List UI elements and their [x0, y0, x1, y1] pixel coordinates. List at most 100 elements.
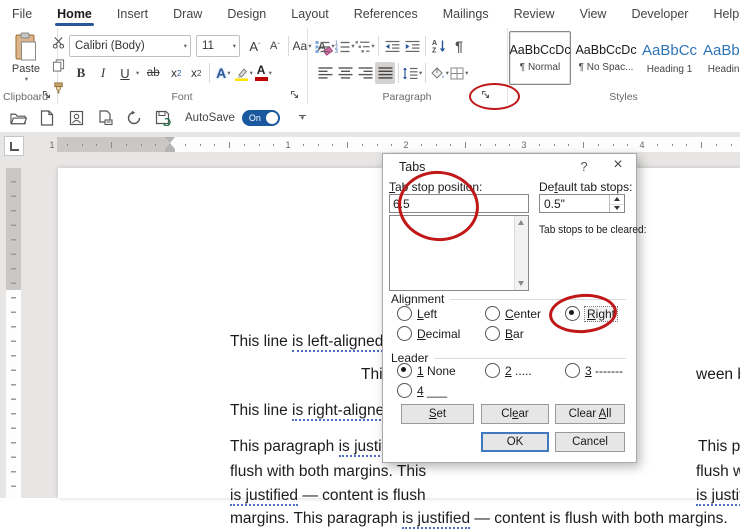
- radio-circle-icon: [485, 306, 500, 321]
- dialog-title: Tabs: [399, 160, 426, 174]
- spinner-down-button[interactable]: [610, 204, 624, 213]
- paste-button[interactable]: Paste ▾: [5, 32, 47, 94]
- radio-circle-icon: [397, 326, 412, 341]
- radio-right[interactable]: Right: [565, 305, 619, 322]
- tab-references[interactable]: References: [352, 2, 420, 27]
- tab-design[interactable]: Design: [225, 2, 268, 27]
- doc-text: This paragraph: [698, 438, 740, 455]
- grammar-underlined-text: is justified: [696, 487, 740, 506]
- doc-text: This line: [230, 333, 293, 350]
- scroll-down-icon: [518, 281, 524, 286]
- paste-icon: [15, 32, 36, 61]
- cancel-button[interactable]: Cancel: [555, 432, 625, 452]
- vertical-ruler[interactable]: [6, 168, 21, 498]
- chevron-down-icon: ▾: [24, 76, 29, 83]
- radio-circle-icon: [485, 326, 500, 341]
- clear-button[interactable]: Clear: [481, 404, 549, 424]
- left-tab-icon: [9, 141, 19, 151]
- radio-center[interactable]: Center: [485, 306, 541, 321]
- grammar-underlined-text: is left-aligned: [292, 333, 384, 352]
- doc-line: flush with both margins. This: [230, 463, 426, 481]
- tab-review[interactable]: Review: [512, 2, 557, 27]
- default-tab-stops-label: Default tab stops:: [539, 180, 633, 194]
- alignment-options: Left Center Right Decimal Bar: [389, 305, 632, 346]
- ruler-number: 1: [49, 140, 55, 150]
- up-arrow-icon: [614, 197, 620, 202]
- vruler-ticks: [11, 168, 16, 498]
- radio-bar[interactable]: Bar: [485, 326, 524, 341]
- doc-line: ween both mar: [696, 366, 740, 384]
- tab-developer[interactable]: Developer: [629, 2, 690, 27]
- clipboard-group: Paste ▾ Clipboard: [0, 28, 64, 104]
- clear-all-button[interactable]: Clear All: [555, 404, 625, 424]
- default-tab-stops-value: 0.5": [544, 197, 565, 211]
- down-arrow-icon: [614, 205, 620, 210]
- radio-circle-icon: [565, 363, 580, 378]
- doc-line: This paragraph: [698, 438, 740, 456]
- alignment-label: Alignment: [391, 292, 445, 306]
- radio-circle-icon: [485, 363, 500, 378]
- clipboard-dialog-launcher[interactable]: [42, 90, 54, 102]
- grammar-underlined-text: is right-aligned: [292, 402, 393, 421]
- doc-text: flush with both: [696, 463, 740, 480]
- radio-label: 2 .....: [505, 363, 532, 378]
- doc-text: — content is flush with both margins.: [470, 510, 728, 527]
- grammar-underlined-text: is justified: [402, 510, 471, 529]
- radio-circle-icon: [397, 363, 412, 378]
- tab-stops-cleared-label: Tab stops to be cleared:: [539, 224, 647, 236]
- doc-line: is justified — c: [696, 487, 740, 506]
- leader-options: 1 None 2 ..... 3 ------- 4 ___: [389, 363, 632, 403]
- radio-label: Center: [505, 306, 542, 321]
- doc-text: This paragraph: [230, 438, 339, 455]
- radio-circle-icon: [397, 306, 412, 321]
- tab-stop-position-input[interactable]: [389, 194, 529, 213]
- dialog-close-button[interactable]: ×: [607, 156, 629, 174]
- radio-label: 1 None: [417, 363, 456, 378]
- dialog-help-button[interactable]: ?: [575, 159, 593, 174]
- radio-leader-1-none[interactable]: 1 None: [397, 363, 456, 378]
- radio-label: Bar: [505, 326, 524, 341]
- tab-stop-selector[interactable]: [4, 136, 24, 156]
- tab-home[interactable]: Home: [55, 2, 94, 27]
- tabs-dialog: Tabs ? × Tab stop position: Default tab …: [382, 153, 646, 463]
- alignment-fieldset: Alignment: [391, 292, 626, 306]
- grammar-underlined-text: is justified: [230, 487, 299, 506]
- listbox-scrollbar[interactable]: [514, 216, 528, 290]
- tab-view[interactable]: View: [578, 2, 609, 27]
- doc-text: This line: [230, 402, 293, 419]
- tab-insert[interactable]: Insert: [115, 2, 150, 27]
- radio-label: 3 -------: [585, 363, 623, 378]
- radio-leader-2-dots[interactable]: 2 .....: [485, 363, 532, 378]
- tab-layout[interactable]: Layout: [289, 2, 331, 27]
- tab-stops-listbox[interactable]: [389, 215, 529, 291]
- doc-line: flush with both: [696, 463, 740, 481]
- radio-label: Left: [417, 306, 438, 321]
- doc-text: ween both mar: [696, 366, 740, 383]
- tab-help[interactable]: Help: [711, 2, 740, 27]
- doc-text: flush with both margins. This: [230, 463, 427, 480]
- radio-label: 4 ___: [417, 383, 448, 398]
- radio-leader-4-underline[interactable]: 4 ___: [397, 383, 447, 398]
- radio-label: Right: [583, 305, 619, 322]
- word-window: { "ribbon_tabs": { "items": [ {"label":"…: [0, 0, 740, 529]
- radio-label: Decimal: [417, 326, 461, 341]
- scroll-up-icon: [518, 220, 524, 225]
- new-document-button[interactable]: [37, 108, 57, 128]
- ok-button[interactable]: OK: [481, 432, 549, 452]
- radio-leader-3-dashes[interactable]: 3 -------: [565, 363, 623, 378]
- new-document-icon: [40, 110, 54, 126]
- doc-line: margins. This paragraph is justified — c…: [230, 510, 728, 529]
- set-button[interactable]: Set: [401, 404, 474, 424]
- open-folder-icon: [9, 113, 27, 124]
- paste-label: Paste: [11, 63, 41, 75]
- tab-stop-position-label: Tab stop position:: [389, 180, 483, 194]
- doc-text: — content is flush: [298, 487, 426, 504]
- radio-left[interactable]: Left: [397, 306, 437, 321]
- default-tab-stops-spinner[interactable]: 0.5": [539, 194, 625, 213]
- radio-decimal[interactable]: Decimal: [397, 326, 460, 341]
- tab-mailings[interactable]: Mailings: [441, 2, 491, 27]
- open-button[interactable]: [8, 108, 28, 128]
- tab-draw[interactable]: Draw: [171, 2, 204, 27]
- tab-file[interactable]: File: [10, 2, 34, 27]
- ribbon-tabs: File Home Insert Draw Design Layout References…: [0, 0, 740, 28]
